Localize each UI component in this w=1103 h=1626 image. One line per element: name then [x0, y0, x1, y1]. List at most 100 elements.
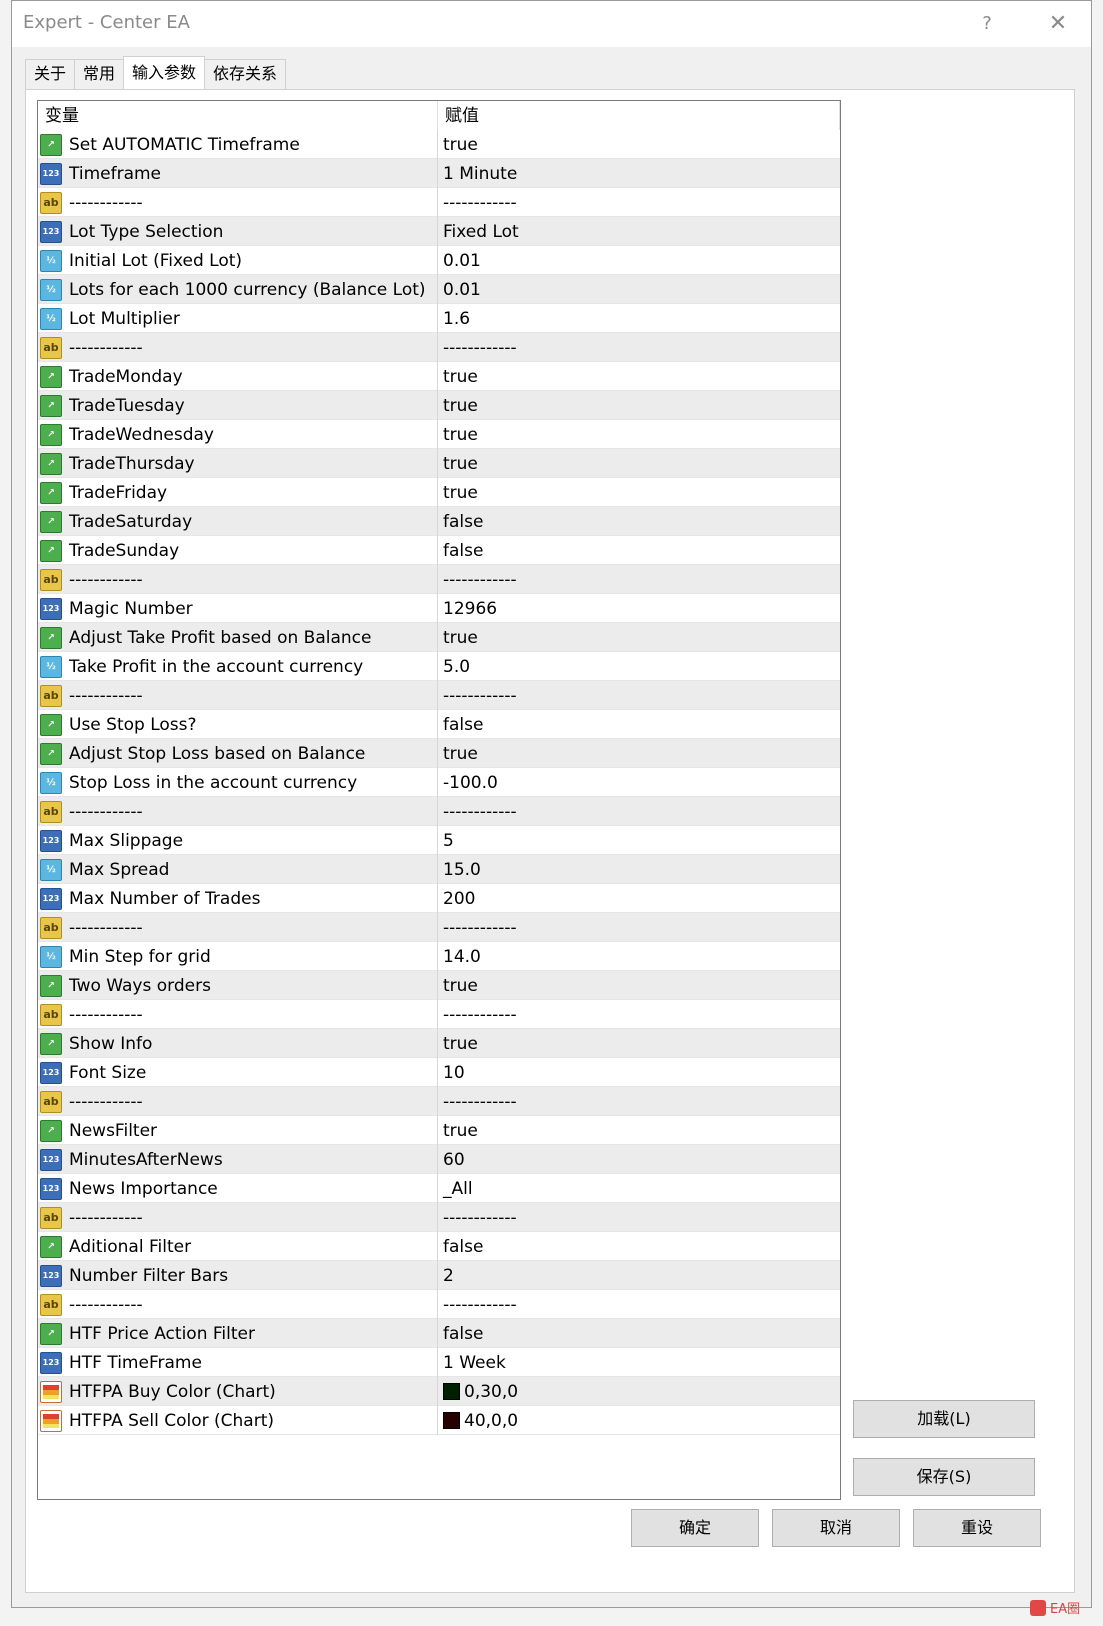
- title-bar[interactable]: Expert - Center EA ? ✕: [12, 1, 1091, 47]
- parameter-name-cell[interactable]: ab ------------: [38, 188, 438, 217]
- parameter-name-cell[interactable]: ab ------------: [38, 1290, 438, 1319]
- parameter-value-cell[interactable]: true: [438, 420, 840, 449]
- save-button[interactable]: 保存(S): [853, 1458, 1035, 1496]
- parameter-name-cell[interactable]: ↗ Set AUTOMATIC Timeframe: [38, 130, 438, 159]
- table-row[interactable]: 123 Max Number of Trades 200: [38, 884, 840, 913]
- table-row[interactable]: ↗ TradeFriday true: [38, 478, 840, 507]
- parameter-value-cell[interactable]: 5.0: [438, 652, 840, 681]
- table-row[interactable]: ½ Stop Loss in the account currency -100.0: [38, 768, 840, 797]
- parameter-value-cell[interactable]: 0,30,0: [438, 1377, 840, 1406]
- column-header-variable[interactable]: 变量: [38, 101, 438, 130]
- parameter-value-cell[interactable]: 1.6: [438, 304, 840, 333]
- parameter-value-cell[interactable]: true: [438, 623, 840, 652]
- parameter-value-cell[interactable]: 15.0: [438, 855, 840, 884]
- parameter-value-cell[interactable]: true: [438, 478, 840, 507]
- table-row[interactable]: ½ Min Step for grid 14.0: [38, 942, 840, 971]
- table-row[interactable]: 123 News Importance _All: [38, 1174, 840, 1203]
- parameter-value-cell[interactable]: 10: [438, 1058, 840, 1087]
- table-row[interactable]: ½ Lot Multiplier 1.6: [38, 304, 840, 333]
- table-row[interactable]: ab ------------ ------------: [38, 681, 840, 710]
- parameter-name-cell[interactable]: 123 Max Number of Trades: [38, 884, 438, 913]
- table-row[interactable]: ab ------------ ------------: [38, 188, 840, 217]
- parameter-name-cell[interactable]: ↗ TradeTuesday: [38, 391, 438, 420]
- parameter-name-cell[interactable]: ½ Lot Multiplier: [38, 304, 438, 333]
- parameter-value-cell[interactable]: false: [438, 710, 840, 739]
- table-row[interactable]: 123 MinutesAfterNews 60: [38, 1145, 840, 1174]
- parameter-name-cell[interactable]: 123 HTF TimeFrame: [38, 1348, 438, 1377]
- table-row[interactable]: ½ Lots for each 1000 currency (Balance Lo…: [38, 275, 840, 304]
- parameter-name-cell[interactable]: 123 Max Slippage: [38, 826, 438, 855]
- parameter-name-cell[interactable]: ab ------------: [38, 1203, 438, 1232]
- table-row[interactable]: ↗ Adjust Take Profit based on Balance true: [38, 623, 840, 652]
- parameter-name-cell[interactable]: 123 Magic Number: [38, 594, 438, 623]
- table-row[interactable]: ↗ Set AUTOMATIC Timeframe true: [38, 130, 840, 159]
- parameter-name-cell[interactable]: ↗ HTF Price Action Filter: [38, 1319, 438, 1348]
- parameter-value-cell[interactable]: 0.01: [438, 246, 840, 275]
- table-row[interactable]: ab ------------ ------------: [38, 797, 840, 826]
- parameter-name-cell[interactable]: ½ Min Step for grid: [38, 942, 438, 971]
- table-row[interactable]: ab ------------ ------------: [38, 565, 840, 594]
- table-row[interactable]: ↗ Aditional Filter false: [38, 1232, 840, 1261]
- parameter-value-cell[interactable]: Fixed Lot: [438, 217, 840, 246]
- parameter-value-cell[interactable]: 1 Minute: [438, 159, 840, 188]
- close-button[interactable]: ✕: [1043, 9, 1073, 39]
- parameter-value-cell[interactable]: ------------: [438, 188, 840, 217]
- table-row[interactable]: HTFPA Buy Color (Chart) 0,30,0: [38, 1377, 840, 1406]
- table-row[interactable]: HTFPA Sell Color (Chart) 40,0,0: [38, 1406, 840, 1435]
- table-row[interactable]: ab ------------ ------------: [38, 913, 840, 942]
- parameter-name-cell[interactable]: ½ Take Profit in the account currency: [38, 652, 438, 681]
- parameter-name-cell[interactable]: ½ Lots for each 1000 currency (Balance Lo…: [38, 275, 438, 304]
- parameter-name-cell[interactable]: HTFPA Buy Color (Chart): [38, 1377, 438, 1406]
- table-row[interactable]: ab ------------ ------------: [38, 1087, 840, 1116]
- parameter-value-cell[interactable]: 40,0,0: [438, 1406, 840, 1435]
- parameter-value-cell[interactable]: 14.0: [438, 942, 840, 971]
- cancel-button[interactable]: 取消: [772, 1509, 900, 1547]
- parameter-name-cell[interactable]: ↗ TradeSunday: [38, 536, 438, 565]
- table-row[interactable]: 123 Lot Type Selection Fixed Lot: [38, 217, 840, 246]
- table-row[interactable]: ↗ TradeSunday false: [38, 536, 840, 565]
- parameter-name-cell[interactable]: ab ------------: [38, 565, 438, 594]
- parameter-value-cell[interactable]: false: [438, 1319, 840, 1348]
- parameter-name-cell[interactable]: ½ Stop Loss in the account currency: [38, 768, 438, 797]
- tab-dependencies[interactable]: 依存关系: [204, 59, 287, 89]
- table-row[interactable]: ab ------------ ------------: [38, 1000, 840, 1029]
- parameter-name-cell[interactable]: 123 Lot Type Selection: [38, 217, 438, 246]
- parameter-name-cell[interactable]: ab ------------: [38, 333, 438, 362]
- parameter-name-cell[interactable]: 123 Font Size: [38, 1058, 438, 1087]
- table-row[interactable]: ↗ TradeTuesday true: [38, 391, 840, 420]
- help-button[interactable]: ?: [972, 9, 1002, 39]
- tab-inputs[interactable]: 输入参数: [123, 56, 206, 89]
- parameter-value-cell[interactable]: ------------: [438, 1290, 840, 1319]
- column-header-value[interactable]: 赋值: [438, 101, 840, 130]
- parameter-name-cell[interactable]: ↗ TradeThursday: [38, 449, 438, 478]
- parameter-name-cell[interactable]: ↗ TradeMonday: [38, 362, 438, 391]
- parameter-value-cell[interactable]: ------------: [438, 333, 840, 362]
- parameter-name-cell[interactable]: 123 News Importance: [38, 1174, 438, 1203]
- parameter-name-cell[interactable]: ↗ Two Ways orders: [38, 971, 438, 1000]
- ok-button[interactable]: 确定: [631, 1509, 759, 1547]
- table-row[interactable]: ↗ TradeMonday true: [38, 362, 840, 391]
- parameter-name-cell[interactable]: ab ------------: [38, 913, 438, 942]
- parameter-name-cell[interactable]: HTFPA Sell Color (Chart): [38, 1406, 438, 1435]
- parameter-name-cell[interactable]: ↗ NewsFilter: [38, 1116, 438, 1145]
- parameter-value-cell[interactable]: -100.0: [438, 768, 840, 797]
- parameter-name-cell[interactable]: 123 Timeframe: [38, 159, 438, 188]
- parameter-value-cell[interactable]: 0.01: [438, 275, 840, 304]
- parameter-value-cell[interactable]: 5: [438, 826, 840, 855]
- parameter-name-cell[interactable]: ↗ Adjust Stop Loss based on Balance: [38, 739, 438, 768]
- parameter-name-cell[interactable]: ½ Max Spread: [38, 855, 438, 884]
- table-row[interactable]: ab ------------ ------------: [38, 333, 840, 362]
- parameter-value-cell[interactable]: false: [438, 536, 840, 565]
- parameter-value-cell[interactable]: true: [438, 130, 840, 159]
- table-row[interactable]: 123 Font Size 10: [38, 1058, 840, 1087]
- table-row[interactable]: ab ------------ ------------: [38, 1290, 840, 1319]
- parameter-name-cell[interactable]: ↗ TradeFriday: [38, 478, 438, 507]
- table-row[interactable]: ↗ HTF Price Action Filter false: [38, 1319, 840, 1348]
- parameter-value-cell[interactable]: true: [438, 391, 840, 420]
- table-row[interactable]: ↗ Adjust Stop Loss based on Balance true: [38, 739, 840, 768]
- table-row[interactable]: ↗ Two Ways orders true: [38, 971, 840, 1000]
- parameter-name-cell[interactable]: 123 Number Filter Bars: [38, 1261, 438, 1290]
- table-row[interactable]: ↗ TradeThursday true: [38, 449, 840, 478]
- parameter-value-cell[interactable]: ------------: [438, 1000, 840, 1029]
- parameter-value-cell[interactable]: false: [438, 1232, 840, 1261]
